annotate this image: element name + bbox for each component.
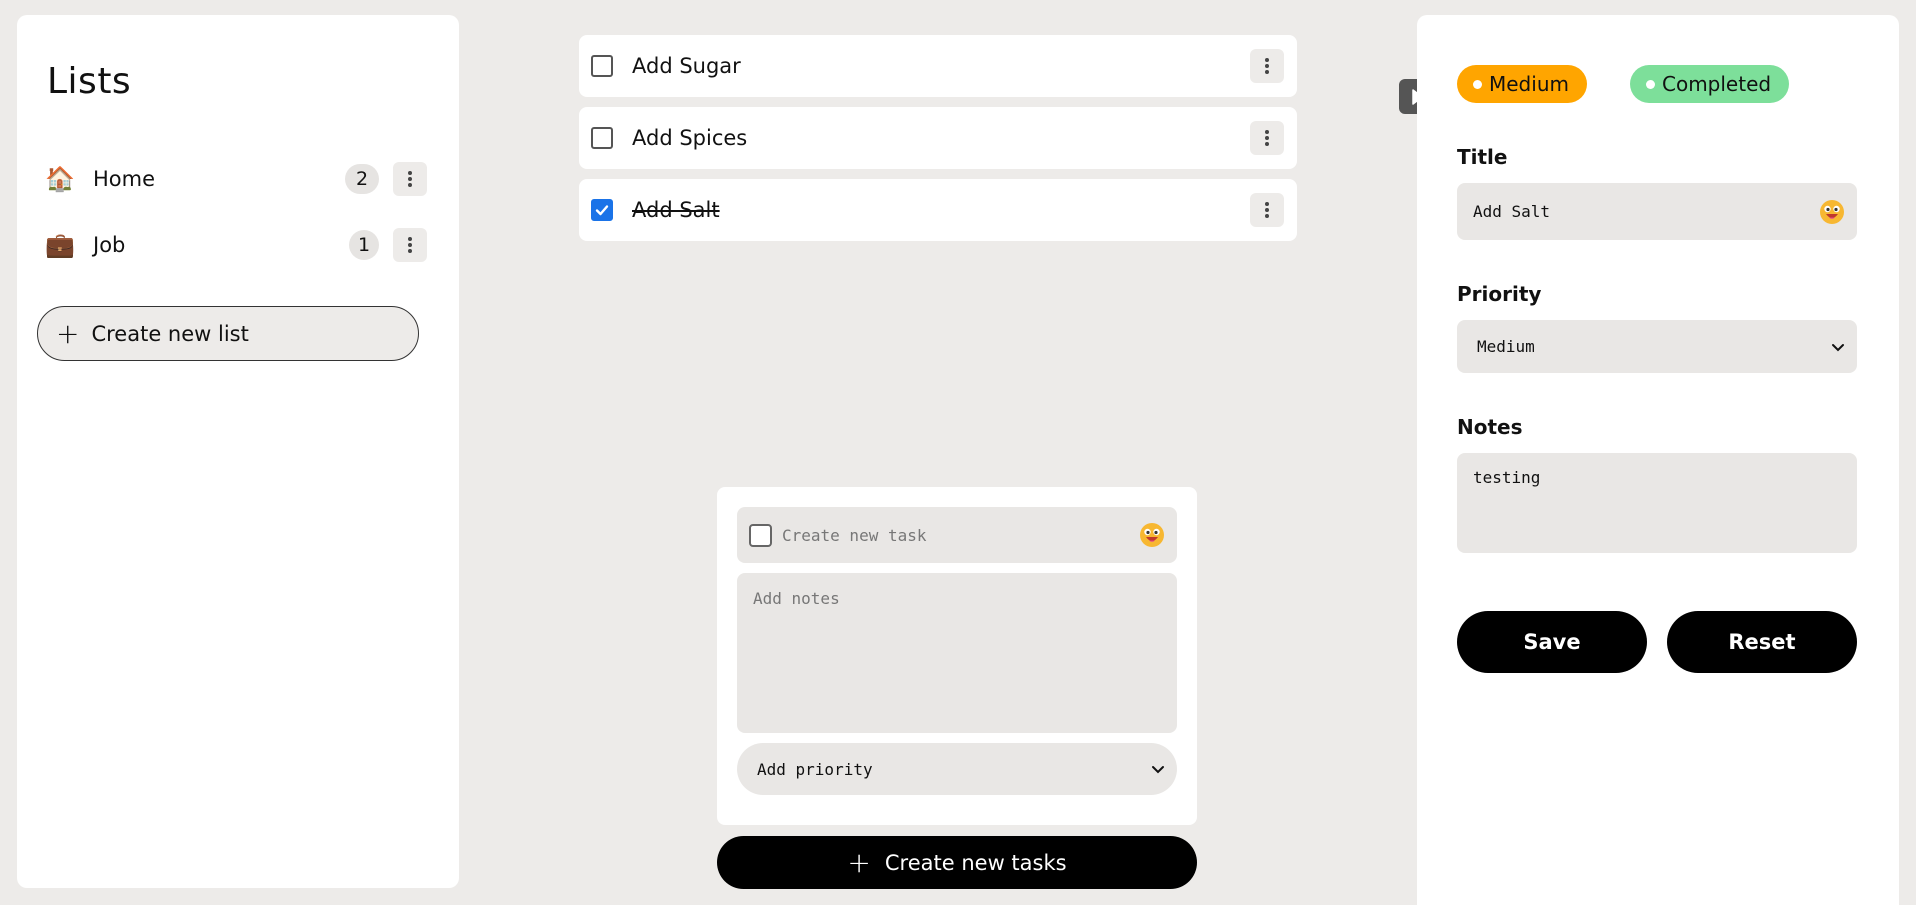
- create-task-panel: Create new task Add notes Add priority: [717, 487, 1197, 825]
- priority-badge-label: Medium: [1489, 72, 1569, 96]
- new-task-notes-input[interactable]: Add notes: [737, 573, 1177, 733]
- create-task-button[interactable]: + Create new tasks: [717, 836, 1197, 889]
- more-vertical-icon: [1265, 130, 1269, 146]
- task-title: Add Sugar: [632, 54, 741, 78]
- list-name: Home: [93, 167, 156, 191]
- plus-icon: +: [56, 316, 80, 350]
- task-checkbox[interactable]: [591, 55, 613, 77]
- task-checkbox-checked[interactable]: [591, 199, 613, 221]
- badge-dot: [1473, 79, 1482, 89]
- new-task-placeholder: Create new task: [782, 525, 927, 545]
- chevron-down-icon: [1832, 343, 1844, 351]
- more-vertical-icon: [1265, 58, 1269, 74]
- sidebar-title: Lists: [47, 61, 132, 102]
- title-label: Title: [1457, 145, 1508, 169]
- notes-input[interactable]: testing: [1457, 453, 1857, 553]
- title-input[interactable]: Add Salt: [1457, 183, 1857, 240]
- house-icon: 🏠: [45, 165, 75, 193]
- task-checkbox[interactable]: [591, 127, 613, 149]
- status-badge-label: Completed: [1662, 72, 1772, 96]
- task-more-button[interactable]: [1250, 193, 1284, 227]
- list-more-button[interactable]: [393, 162, 427, 196]
- lists-sidebar: Lists 🏠 Home 2 💼 Job 1 + Create new list: [17, 15, 459, 888]
- list-more-button[interactable]: [393, 228, 427, 262]
- create-list-button[interactable]: + Create new list: [37, 306, 419, 361]
- priority-badge: Medium: [1457, 65, 1587, 103]
- list-count-badge: 2: [345, 164, 379, 194]
- task-row[interactable]: Add Spices: [579, 107, 1297, 169]
- task-row[interactable]: Add Sugar: [579, 35, 1297, 97]
- task-detail-panel: Medium Completed Title Add Salt Priority…: [1417, 15, 1899, 905]
- list-name: Job: [93, 233, 126, 257]
- more-vertical-icon: [1265, 202, 1269, 218]
- status-badge: Completed: [1630, 65, 1790, 103]
- title-value: Add Salt: [1473, 202, 1551, 221]
- task-more-button[interactable]: [1250, 121, 1284, 155]
- more-vertical-icon: [408, 237, 412, 253]
- create-list-label: Create new list: [91, 321, 249, 346]
- emoji-face-icon[interactable]: [1139, 522, 1165, 548]
- badge-dot: [1646, 79, 1655, 89]
- list-count-badge: 1: [349, 230, 379, 260]
- priority-label: Priority: [1457, 282, 1542, 306]
- notes-label: Notes: [1457, 415, 1523, 439]
- task-more-button[interactable]: [1250, 49, 1284, 83]
- priority-placeholder: Add priority: [757, 759, 873, 779]
- list-item-job[interactable]: 💼 Job 1: [45, 223, 427, 267]
- emoji-face-icon[interactable]: [1819, 199, 1845, 225]
- briefcase-icon: 💼: [45, 231, 75, 259]
- task-row[interactable]: Add Salt: [579, 179, 1297, 241]
- more-vertical-icon: [408, 171, 412, 187]
- new-task-priority-select[interactable]: Add priority: [737, 743, 1177, 795]
- new-task-checkbox[interactable]: [749, 523, 772, 547]
- new-task-title-input[interactable]: Create new task: [737, 507, 1177, 563]
- list-item-home[interactable]: 🏠 Home 2: [45, 157, 427, 201]
- task-title: Add Salt: [632, 198, 720, 222]
- save-button[interactable]: Save: [1457, 611, 1647, 673]
- priority-value: Medium: [1477, 337, 1535, 356]
- reset-button[interactable]: Reset: [1667, 611, 1857, 673]
- create-task-label: Create new tasks: [884, 850, 1067, 875]
- plus-icon: +: [847, 845, 871, 879]
- chevron-down-icon: [1152, 766, 1164, 774]
- checkmark-icon: [595, 205, 609, 216]
- task-title: Add Spices: [632, 126, 748, 150]
- priority-select[interactable]: Medium: [1457, 320, 1857, 373]
